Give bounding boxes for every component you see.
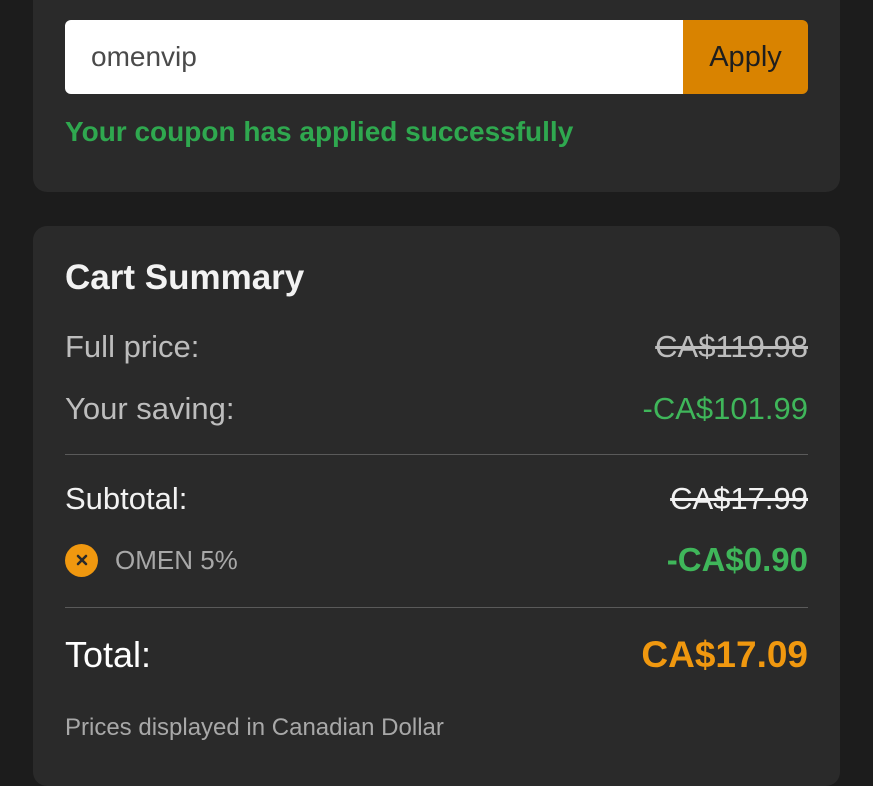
coupon-form: Apply <box>65 20 808 94</box>
close-icon <box>76 554 87 566</box>
discount-name: OMEN 5% <box>115 544 238 575</box>
discount-info: OMEN 5% <box>65 543 238 577</box>
cart-summary-card: Cart Summary Full price: CA$119.98 Your … <box>33 226 840 786</box>
coupon-input[interactable] <box>65 20 683 94</box>
full-price-value: CA$119.98 <box>655 329 808 364</box>
remove-discount-button[interactable] <box>65 543 98 577</box>
saving-value: -CA$101.99 <box>642 391 808 426</box>
apply-button[interactable]: Apply <box>683 20 808 94</box>
subtotal-value: CA$17.99 <box>670 481 808 516</box>
currency-footnote: Prices displayed in Canadian Dollar <box>65 714 444 741</box>
saving-label: Your saving: <box>65 391 235 426</box>
coupon-success-message: Your coupon has applied successfully <box>65 116 574 147</box>
full-price-row: Full price: CA$119.98 <box>65 326 808 368</box>
saving-row: Your saving: -CA$101.99 <box>65 388 808 430</box>
discount-value: -CA$0.90 <box>666 541 808 578</box>
total-row: Total: CA$17.09 <box>65 628 808 682</box>
cart-summary-title: Cart Summary <box>65 258 305 297</box>
total-value: CA$17.09 <box>641 634 808 675</box>
full-price-label: Full price: <box>65 329 200 364</box>
total-label: Total: <box>65 634 152 675</box>
divider <box>65 454 808 455</box>
subtotal-row: Subtotal: CA$17.99 <box>65 478 808 520</box>
subtotal-label: Subtotal: <box>65 481 188 516</box>
discount-row: OMEN 5% -CA$0.90 <box>65 539 808 581</box>
coupon-card: Apply Your coupon has applied successful… <box>33 0 840 192</box>
divider <box>65 607 808 608</box>
